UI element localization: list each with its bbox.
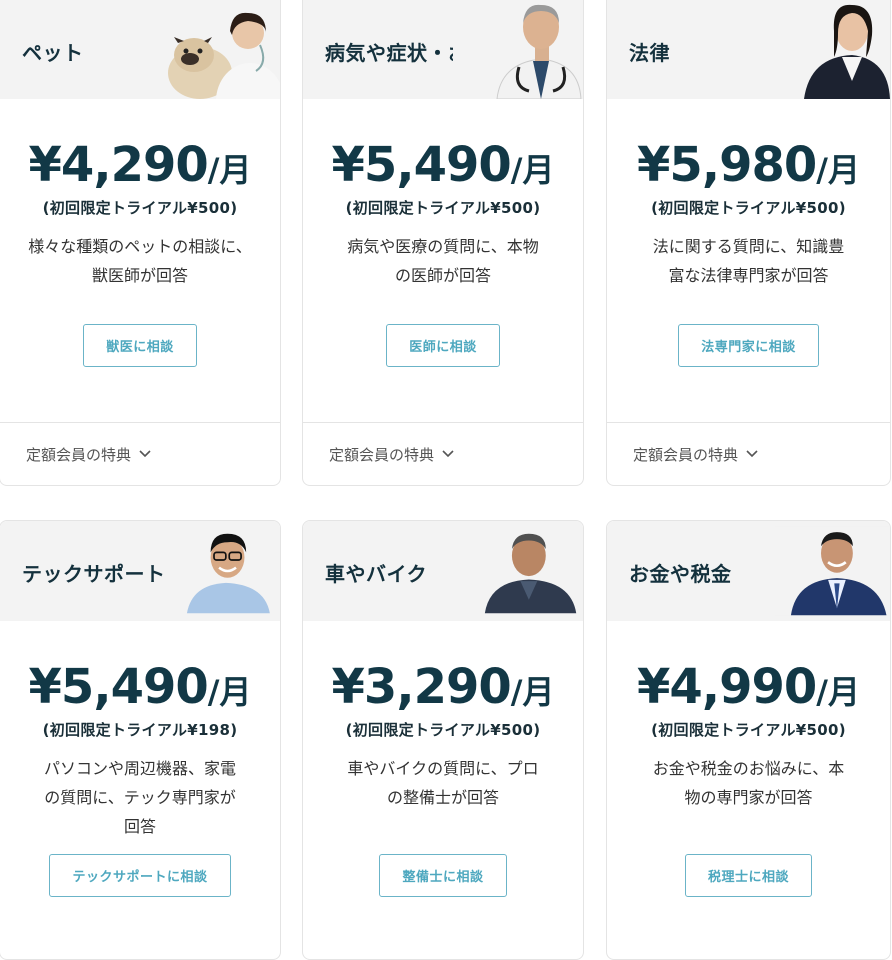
card-title: ペット <box>22 41 84 65</box>
card-title: お金や税金 <box>629 562 732 586</box>
price-unit: /月 <box>510 673 555 711</box>
chevron-down-icon <box>442 450 454 458</box>
trial-price: (初回限定トライアル¥500) <box>345 721 541 739</box>
price-unit: /月 <box>207 673 252 711</box>
doctor-icon <box>453 1 583 99</box>
consult-mechanic-button[interactable]: 整備士に相談 <box>379 854 507 897</box>
description-line: の質問に、テック専門家が <box>44 788 236 807</box>
consult-lawyer-button[interactable]: 法専門家に相談 <box>678 324 819 367</box>
consult-tax-accountant-button[interactable]: 税理士に相談 <box>684 854 812 897</box>
trial-price: (初回限定トライアル¥500) <box>651 721 846 739</box>
mechanic-icon <box>473 528 583 614</box>
price-unit: /月 <box>816 151 860 189</box>
description-line: 獣医師が回答 <box>91 266 188 285</box>
card-header: お金や税金 <box>607 521 890 621</box>
description: 病気や医療の質問に、本物 の医師が回答 <box>303 232 583 324</box>
description-line: 物の専門家が回答 <box>684 788 813 807</box>
price-unit: /月 <box>510 151 555 189</box>
description-line: 富な法律専門家が回答 <box>668 266 829 285</box>
card-header: テックサポート <box>0 521 280 621</box>
card-header: 病気や症状・お薬 <box>303 0 583 99</box>
description-line: の整備士が回答 <box>386 788 499 807</box>
plan-card-tax: お金や税金 ¥4,990/月 (初回限定トライアル¥500) お金や税金のお悩み… <box>606 520 891 960</box>
plan-card-auto: 車やバイク ¥3,290/月 (初回限定トライアル¥500) 車やバイクの質問に… <box>302 520 584 960</box>
tax-accountant-icon <box>775 526 890 616</box>
description: 車やバイクの質問に、プロ の整備士が回答 <box>303 754 583 854</box>
lawyer-icon <box>760 1 890 99</box>
card-header: ペット <box>0 0 280 99</box>
benefits-label: 定額会員の特典 <box>26 445 132 464</box>
price-unit: /月 <box>816 673 860 711</box>
plan-card-pet: ペット ¥4,290/月 (初回限定トライアル¥500) 様々な種類のペットの相… <box>0 0 281 486</box>
description: 法に関する質問に、知識豊 富な法律専門家が回答 <box>607 232 890 324</box>
card-title: テックサポート <box>22 562 166 586</box>
member-benefits-toggle[interactable]: 定額会員の特典 <box>303 422 583 485</box>
benefits-label: 定額会員の特典 <box>329 445 435 464</box>
description: 様々な種類のペットの相談に、 獣医師が回答 <box>0 232 280 324</box>
trial-price: (初回限定トライアル¥500) <box>651 199 846 217</box>
plan-card-law: 法律 ¥5,980/月 (初回限定トライアル¥500) 法に関する質問に、知識豊… <box>606 0 891 486</box>
price-amount: ¥5,980 <box>637 137 817 193</box>
trial-price: (初回限定トライアル¥500) <box>42 199 238 217</box>
description-line: パソコンや周辺機器、家電 <box>43 759 236 778</box>
consult-vet-button[interactable]: 獣医に相談 <box>83 324 197 367</box>
consult-tech-button[interactable]: テックサポートに相談 <box>49 854 231 897</box>
member-benefits-toggle[interactable]: 定額会員の特典 <box>607 422 890 485</box>
card-header: 車やバイク <box>303 521 583 621</box>
price-unit: /月 <box>207 151 252 189</box>
card-title: 法律 <box>629 41 670 65</box>
price: ¥3,290/月 <box>303 659 583 715</box>
chevron-down-icon <box>746 450 758 458</box>
price: ¥4,990/月 <box>607 659 890 715</box>
veterinarian-with-pug-icon <box>150 1 280 99</box>
price-amount: ¥4,990 <box>637 659 817 715</box>
member-benefits-toggle[interactable]: 定額会員の特典 <box>0 422 280 485</box>
price: ¥5,490/月 <box>303 137 583 193</box>
price-amount: ¥4,290 <box>28 137 209 193</box>
price-amount: ¥5,490 <box>331 137 512 193</box>
description-line: 様々な種類のペットの相談に、 <box>28 237 252 256</box>
price: ¥5,980/月 <box>607 137 890 193</box>
description: パソコンや周辺機器、家電 の質問に、テック専門家が 回答 <box>0 754 280 854</box>
card-title: 車やバイク <box>325 562 428 586</box>
plan-card-tech: テックサポート ¥5,490/月 (初回限定トライアル¥198) パソコンや周辺… <box>0 520 281 960</box>
description-line: 車やバイクの質問に、プロ <box>347 759 539 778</box>
plan-card-medical: 病気や症状・お薬 ¥5,490/月 (初回限定トライアル¥500) 病気や医療の… <box>302 0 584 486</box>
tech-support-icon <box>170 528 280 614</box>
description-line: 法に関する質問に、知識豊 <box>652 237 845 256</box>
description: お金や税金のお悩みに、本 物の専門家が回答 <box>607 754 890 854</box>
benefits-label: 定額会員の特典 <box>633 445 739 464</box>
description-line: 回答 <box>123 817 156 836</box>
trial-price: (初回限定トライアル¥500) <box>345 199 541 217</box>
description-line: お金や税金のお悩みに、本 <box>652 759 845 778</box>
price: ¥5,490/月 <box>0 659 280 715</box>
chevron-down-icon <box>139 450 151 458</box>
trial-price: (初回限定トライアル¥198) <box>42 721 238 739</box>
consult-doctor-button[interactable]: 医師に相談 <box>386 324 500 367</box>
price-amount: ¥3,290 <box>331 659 512 715</box>
description-line: の医師が回答 <box>394 266 491 285</box>
price: ¥4,290/月 <box>0 137 280 193</box>
price-amount: ¥5,490 <box>28 659 209 715</box>
card-header: 法律 <box>607 0 890 99</box>
description-line: 病気や医療の質問に、本物 <box>347 237 539 256</box>
